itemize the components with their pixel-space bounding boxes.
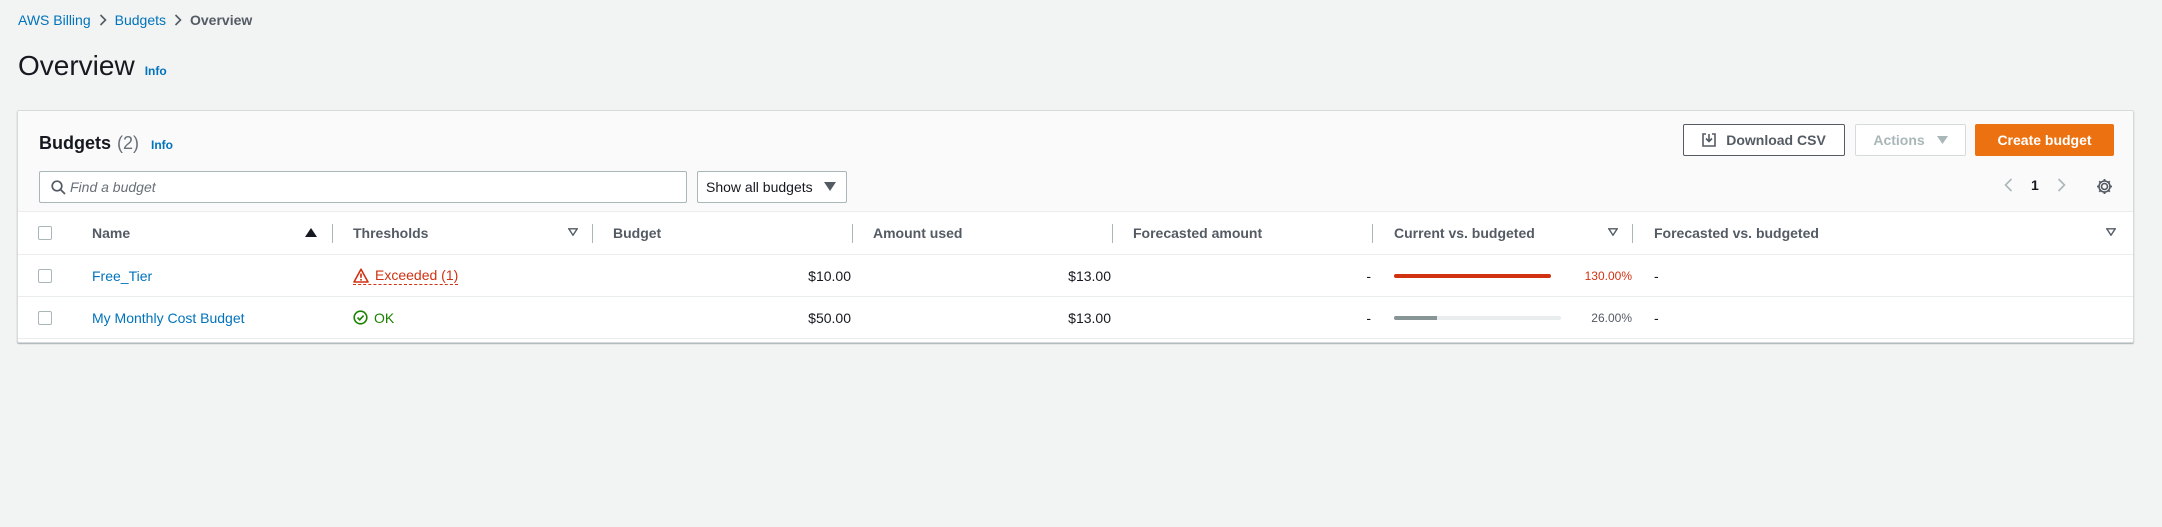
budgets-heading: Budgets (2) Info [39,133,173,154]
budget-name-link[interactable]: My Monthly Cost Budget [92,310,245,326]
progress-bar-fill [1394,273,1551,278]
page-info-link[interactable]: Info [145,64,167,78]
budget-name-cell: My Monthly Cost Budget [92,297,245,338]
budgets-table: Name Thresholds Budget Amount used Forec… [18,212,2133,339]
column-header-forecasted-vs-budgeted[interactable]: Forecasted vs. budgeted [1654,212,1819,254]
current-vs-budgeted-cell: 26.00% [1394,297,1632,338]
column-divider[interactable] [592,224,593,243]
progress-bar-fill [1394,315,1438,320]
search-input[interactable] [70,179,670,195]
sort-ascending-icon[interactable] [305,228,317,237]
table-row: Free_Tier Exceeded (1) $10.00 $13.00 - 1… [18,255,2133,297]
column-header-forecasted-amount[interactable]: Forecasted amount [1133,212,1262,254]
row-checkbox[interactable] [38,310,52,325]
select-all-cell [38,212,52,254]
threshold-cell: Exceeded (1) [353,255,459,296]
budgets-title: Budgets [39,133,111,153]
threshold-label: Exceeded (1) [375,266,459,283]
caret-down-icon [824,182,836,191]
forecasted-amount-cell: - [1366,267,1371,284]
settings-gear-icon[interactable] [2096,178,2113,195]
column-divider[interactable] [852,224,853,243]
create-budget-label: Create budget [1997,132,2092,148]
column-header-thresholds[interactable]: Thresholds [353,212,428,254]
breadcrumb-link-aws-billing[interactable]: AWS Billing [18,12,91,28]
warning-icon [353,267,369,283]
caret-down-icon [1936,136,1948,144]
progress-percent: 26.00% [1591,310,1632,325]
actions-label: Actions [1873,132,1925,148]
budget-name-link[interactable]: Free_Tier [92,268,152,284]
sort-caret-down-icon[interactable] [568,228,578,236]
threshold-label: OK [374,309,395,326]
column-divider[interactable] [1632,224,1633,243]
threshold-cell: OK [353,297,394,338]
actions-button[interactable]: Actions [1855,124,1966,156]
chevron-right-icon [91,14,115,26]
threshold-status-exceeded[interactable]: Exceeded (1) [353,266,459,285]
budget-filter-select[interactable]: Show all budgets [697,171,847,203]
column-header-amount-used[interactable]: Amount used [873,212,962,254]
forecasted-vs-budgeted-cell: - [1654,309,1659,326]
row-checkbox[interactable] [38,268,52,283]
next-page-icon[interactable] [2053,178,2071,192]
download-csv-label: Download CSV [1726,132,1826,148]
budgets-count: (2) [117,133,139,153]
forecasted-vs-budgeted-cell: - [1654,267,1659,284]
column-header-budget[interactable]: Budget [613,212,661,254]
sort-caret-down-icon[interactable] [1608,228,1618,236]
column-divider[interactable] [1372,224,1373,243]
column-header-current-vs-budgeted[interactable]: Current vs. budgeted [1394,212,1535,254]
column-divider[interactable] [1112,224,1113,243]
search-field[interactable] [39,171,687,203]
column-header-name[interactable]: Name [92,212,130,254]
budget-filter-value: Show all budgets [706,179,813,195]
threshold-status-ok: OK [353,310,394,326]
budgets-table-header: Budgets (2) Info Download CSV Actions Cr… [18,111,2133,212]
download-icon [1702,133,1717,147]
progress-bar [1394,315,1561,320]
download-csv-button[interactable]: Download CSV [1683,124,1845,156]
breadcrumb-link-budgets[interactable]: Budgets [115,12,166,28]
budgets-info-link[interactable]: Info [151,138,173,152]
progress-percent: 130.00% [1584,268,1632,283]
breadcrumb: AWS Billing Budgets Overview [18,10,252,30]
table-row: My Monthly Cost Budget OK $50.00 $13.00 … [18,297,2133,339]
page-header: Overview Info [18,50,167,82]
previous-page-icon[interactable] [1999,178,2017,192]
current-vs-budgeted-cell: 130.00% [1394,255,1632,296]
search-icon [40,179,70,195]
amount-used-cell: $13.00 [1068,309,1111,326]
budget-amount-cell: $10.00 [808,267,851,284]
progress-bar [1394,273,1551,278]
column-divider[interactable] [332,224,333,243]
page-title: Overview [18,50,135,81]
budget-amount-cell: $50.00 [808,309,851,326]
chevron-right-icon [166,14,190,26]
create-budget-button[interactable]: Create budget [1975,124,2114,156]
check-circle-icon [353,310,368,325]
select-all-checkbox[interactable] [38,226,52,240]
page-number[interactable]: 1 [2031,177,2039,193]
budget-name-cell: Free_Tier [92,255,152,296]
row-select-cell [38,255,52,296]
amount-used-cell: $13.00 [1068,267,1111,284]
forecasted-amount-cell: - [1366,309,1371,326]
budgets-table-container: Budgets (2) Info Download CSV Actions Cr… [17,110,2134,343]
table-header-row: Name Thresholds Budget Amount used Forec… [18,212,2133,255]
row-select-cell [38,297,52,338]
sort-caret-down-icon[interactable] [2106,228,2116,236]
pagination: 1 [1999,177,2071,193]
breadcrumb-current: Overview [190,12,253,28]
